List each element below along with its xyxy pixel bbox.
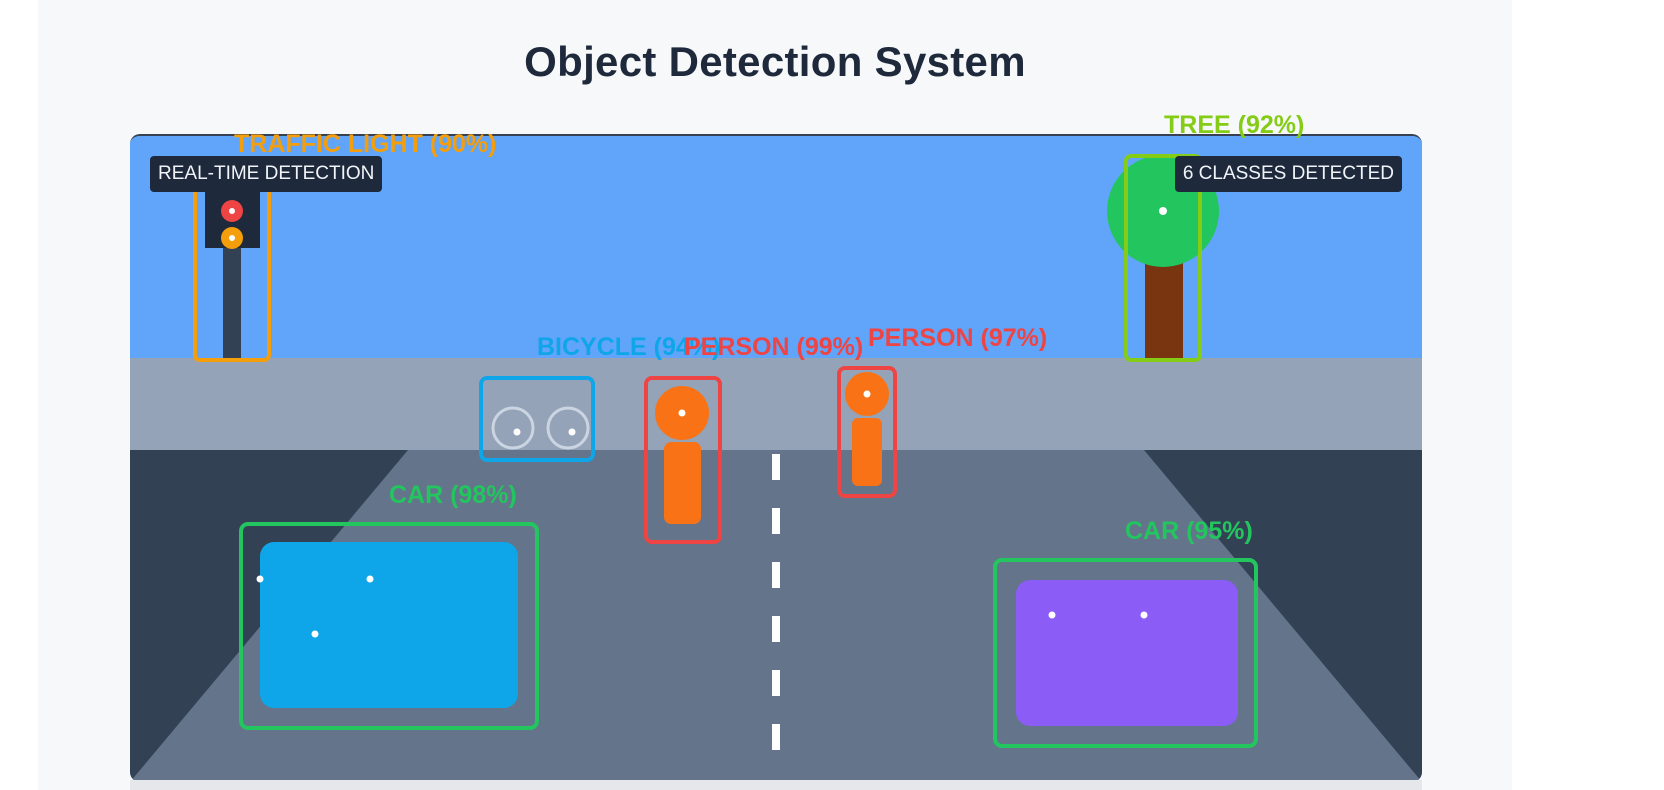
car-right xyxy=(1016,580,1238,726)
person-2-label: PERSON (97%) xyxy=(868,324,1048,352)
classes-badge: 6 CLASSES DETECTED xyxy=(1174,156,1402,192)
scene-bottom-edge xyxy=(130,780,1422,790)
realtime-badge: REAL-TIME DETECTION xyxy=(150,156,383,192)
traffic-light-label: TRAFFIC LIGHT (90%) xyxy=(234,130,497,158)
car-left xyxy=(256,542,518,708)
sidewalk xyxy=(130,358,1422,450)
scene-canvas xyxy=(130,136,1422,782)
page-title: Object Detection System xyxy=(524,38,1026,85)
person-1-label: PERSON (99%) xyxy=(684,333,864,361)
detection-scene: REAL-TIME DETECTION 6 CLASSES DETECTED xyxy=(130,134,1422,782)
tree-label: TREE (92%) xyxy=(1164,111,1305,139)
car-left-label: CAR (98%) xyxy=(389,481,517,509)
car-right-label: CAR (95%) xyxy=(1125,517,1253,545)
